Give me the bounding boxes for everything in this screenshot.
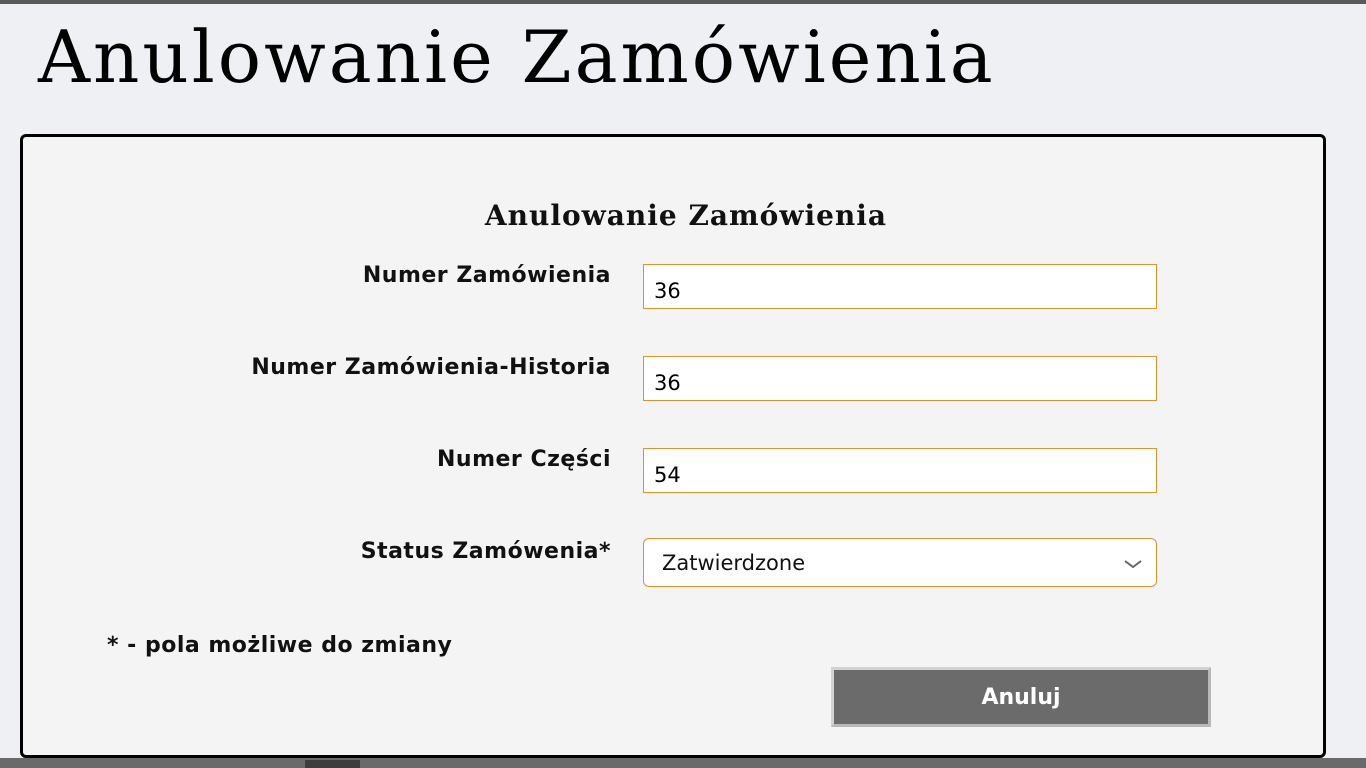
cancel-order-button[interactable]: Anuluj bbox=[831, 667, 1211, 727]
page-title: Anulowanie Zamówienia bbox=[38, 15, 996, 99]
order-number-input[interactable] bbox=[643, 264, 1157, 309]
required-fields-note: * - pola możliwe do zmiany bbox=[107, 633, 453, 658]
part-number-label: Numer Części bbox=[437, 447, 611, 472]
order-status-select[interactable]: Zatwierdzone bbox=[643, 538, 1157, 587]
bottom-strip-marker bbox=[305, 760, 360, 768]
order-number-label: Numer Zamówienia bbox=[362, 263, 611, 288]
order-history-number-label: Numer Zamówienia-Historia bbox=[251, 355, 611, 380]
part-number-input[interactable] bbox=[643, 448, 1157, 493]
top-border-line bbox=[0, 0, 1366, 4]
chevron-down-icon bbox=[1122, 556, 1144, 570]
order-history-number-input[interactable] bbox=[643, 356, 1157, 401]
form-title: Anulowanie Zamówienia bbox=[484, 199, 888, 232]
cancel-order-panel: Anulowanie Zamówienia Numer Zamówienia N… bbox=[20, 134, 1326, 758]
bottom-strip bbox=[0, 758, 1366, 768]
order-status-label: Status Zamówenia* bbox=[360, 539, 611, 564]
order-status-value: Zatwierdzone bbox=[662, 550, 806, 575]
